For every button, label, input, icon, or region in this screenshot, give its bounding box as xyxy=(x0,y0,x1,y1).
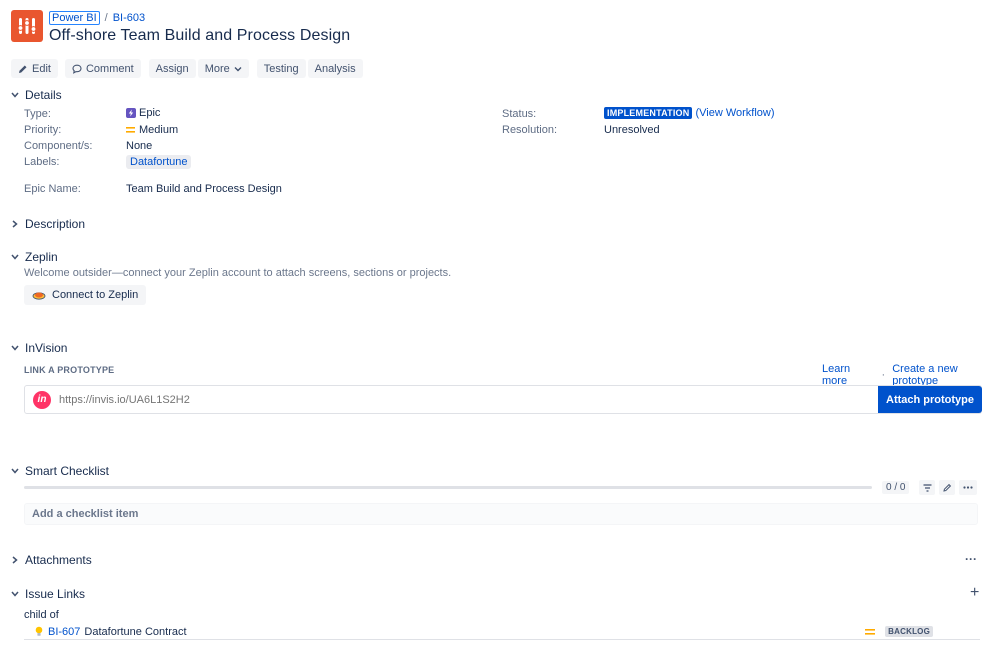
edit-button[interactable]: Edit xyxy=(11,59,58,78)
prototype-link-form: in Attach prototype xyxy=(24,385,982,414)
breadcrumb-separator: / xyxy=(104,12,108,24)
components-label: Component/s: xyxy=(24,140,93,152)
status-value: IMPLEMENTATION (View Workflow) xyxy=(604,107,775,119)
project-avatar[interactable] xyxy=(11,10,43,42)
chevron-down-icon xyxy=(11,467,19,475)
attachments-heading: Attachments xyxy=(25,553,92,567)
issue-title[interactable]: Off-shore Team Build and Process Design xyxy=(49,27,350,45)
add-link-icon[interactable]: + xyxy=(970,584,979,602)
priority-medium-icon xyxy=(126,127,135,133)
attachments-section-toggle[interactable]: Attachments xyxy=(11,553,92,567)
priority-label: Priority: xyxy=(24,124,62,136)
comment-icon xyxy=(72,64,82,74)
priority-value: Medium xyxy=(126,124,178,136)
priority-text: Medium xyxy=(139,124,179,136)
edit-checklist-icon[interactable] xyxy=(939,480,955,495)
link-separator: · xyxy=(881,369,886,381)
invision-section-toggle[interactable]: InVision xyxy=(11,341,67,355)
add-checklist-item-input[interactable]: Add a checklist item xyxy=(24,503,978,525)
breadcrumb: Power BI / BI-603 xyxy=(49,11,145,25)
priority-medium-icon xyxy=(865,628,876,635)
epic-icon xyxy=(126,108,136,118)
breadcrumb-issue-link[interactable]: BI-603 xyxy=(113,12,145,24)
chevron-down-icon xyxy=(234,66,242,71)
linked-issue-status: BACKLOG xyxy=(885,626,933,637)
issue-links-heading: Issue Links xyxy=(25,587,86,601)
chevron-right-icon xyxy=(11,556,19,564)
issue-toolbar: Edit Comment Assign More Testing Analysi… xyxy=(11,59,363,78)
label-chip[interactable]: Datafortune xyxy=(126,155,192,169)
connect-zeplin-button[interactable]: Connect to Zeplin xyxy=(24,285,147,305)
create-prototype-link[interactable]: Create a new prototype xyxy=(892,363,999,387)
edit-label: Edit xyxy=(32,62,51,75)
comment-label: Comment xyxy=(85,62,134,75)
description-section-toggle[interactable]: Description xyxy=(11,217,85,231)
status-badge[interactable]: IMPLEMENTATION xyxy=(604,107,693,119)
invision-logo-icon: in xyxy=(33,390,51,409)
prototype-url-input[interactable] xyxy=(57,392,878,407)
checklist-heading: Smart Checklist xyxy=(25,464,110,478)
view-workflow-link[interactable]: (View Workflow) xyxy=(695,107,774,119)
details-heading: Details xyxy=(25,88,62,102)
zeplin-message: Welcome outsider—connect your Zeplin acc… xyxy=(24,267,452,279)
chevron-right-icon xyxy=(11,220,19,228)
link-relation: child of xyxy=(24,609,59,621)
issue-links-section-toggle[interactable]: Issue Links xyxy=(11,587,85,601)
linked-issue-summary: Datafortune Contract xyxy=(84,625,187,638)
breadcrumb-project-link[interactable]: Power BI xyxy=(49,11,100,25)
comment-button[interactable]: Comment xyxy=(64,59,141,78)
resolution-label: Resolution: xyxy=(502,124,558,136)
assign-button[interactable]: Assign xyxy=(148,59,196,78)
zeplin-section-toggle[interactable]: Zeplin xyxy=(11,250,58,264)
pencil-icon xyxy=(19,65,27,73)
labels-label: Labels: xyxy=(24,156,60,168)
filter-icon[interactable] xyxy=(919,480,935,495)
issue-link-row[interactable]: BI-607 Datafortune Contract BACKLOG xyxy=(24,624,980,640)
invision-heading: InVision xyxy=(25,341,68,355)
checklist-more-icon[interactable] xyxy=(959,480,977,495)
linked-issue-key[interactable]: BI-607 xyxy=(48,626,80,638)
type-text: Epic xyxy=(139,107,161,119)
zeplin-logo-icon xyxy=(32,292,46,300)
workflow-group: Testing Analysis xyxy=(256,59,363,78)
chevron-down-icon xyxy=(11,590,19,598)
analysis-button[interactable]: Analysis xyxy=(307,59,363,78)
link-prototype-heading: LINK A PROTOTYPE xyxy=(24,365,115,375)
resolution-value: Unresolved xyxy=(604,124,660,136)
attach-prototype-button[interactable]: Attach prototype xyxy=(878,386,982,413)
more-label: More xyxy=(204,62,230,75)
action-group: Assign More xyxy=(148,59,249,78)
chevron-down-icon xyxy=(11,91,19,99)
checklist-progress-bar xyxy=(24,486,872,489)
learn-more-link[interactable]: Learn more xyxy=(822,363,875,387)
attachments-more-icon[interactable]: ··· xyxy=(965,552,977,566)
connect-zeplin-label: Connect to Zeplin xyxy=(52,289,139,301)
chevron-down-icon xyxy=(11,253,19,261)
chevron-down-icon xyxy=(11,344,19,352)
checklist-count: 0 / 0 xyxy=(882,481,910,494)
epic-name-label: Epic Name: xyxy=(24,183,81,195)
type-label: Type: xyxy=(24,108,51,120)
epic-name-value: Team Build and Process Design xyxy=(126,183,282,195)
checklist-section-toggle[interactable]: Smart Checklist xyxy=(11,464,109,478)
more-button[interactable]: More xyxy=(197,59,249,78)
mixer-icon xyxy=(17,18,37,34)
zeplin-heading: Zeplin xyxy=(25,250,58,264)
description-heading: Description xyxy=(25,217,86,231)
testing-button[interactable]: Testing xyxy=(256,59,306,78)
invision-links: Learn more · Create a new prototype xyxy=(822,363,999,387)
details-section-toggle[interactable]: Details xyxy=(11,88,62,102)
type-value: Epic xyxy=(126,107,160,119)
components-value: None xyxy=(126,140,153,152)
status-label: Status: xyxy=(502,108,537,120)
lightbulb-icon xyxy=(35,626,43,636)
